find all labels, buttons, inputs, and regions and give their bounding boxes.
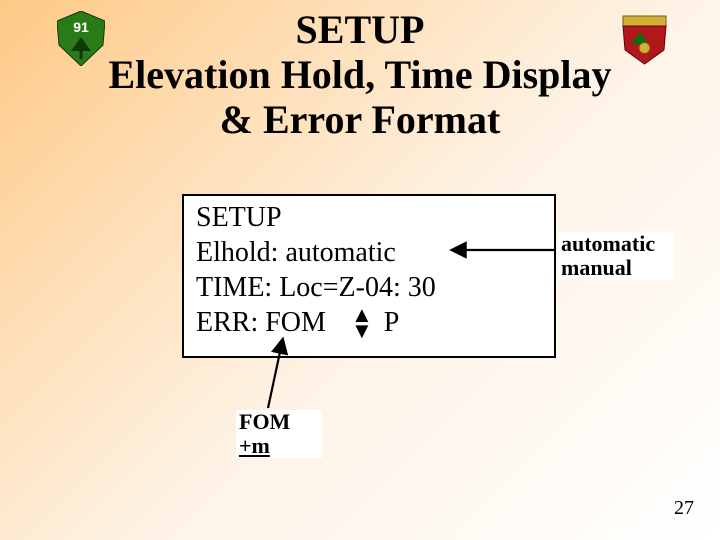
elhold-option-automatic: automatic [561, 232, 671, 256]
display-err-label: ERR: FOM [196, 307, 326, 338]
display-err-suffix: P [384, 307, 400, 338]
elhold-option-manual: manual [561, 256, 671, 280]
title-line-3: & Error Format [220, 97, 501, 142]
up-down-arrows-icon: ▲▼ [351, 307, 373, 338]
page-number: 27 [674, 497, 694, 520]
title-line-2: Elevation Hold, Time Display [108, 52, 611, 97]
err-option-plusm: +m [239, 434, 319, 458]
display-row-err: ERR: FOM ▲▼ P [196, 305, 542, 340]
err-options-note: FOM +m [236, 410, 322, 458]
display-row-setup: SETUP [196, 200, 542, 235]
slide-title: SETUP Elevation Hold, Time Display & Err… [0, 8, 720, 142]
setup-display-panel: SETUP Elhold: automatic TIME: Loc=Z-04: … [182, 194, 556, 358]
title-line-1: SETUP [296, 7, 425, 52]
display-row-elhold: Elhold: automatic [196, 235, 542, 270]
elhold-options-note: automatic manual [558, 232, 674, 280]
display-row-time: TIME: Loc=Z-04: 30 [196, 270, 542, 305]
err-option-fom: FOM [239, 410, 319, 434]
arrow-to-err [268, 352, 280, 408]
